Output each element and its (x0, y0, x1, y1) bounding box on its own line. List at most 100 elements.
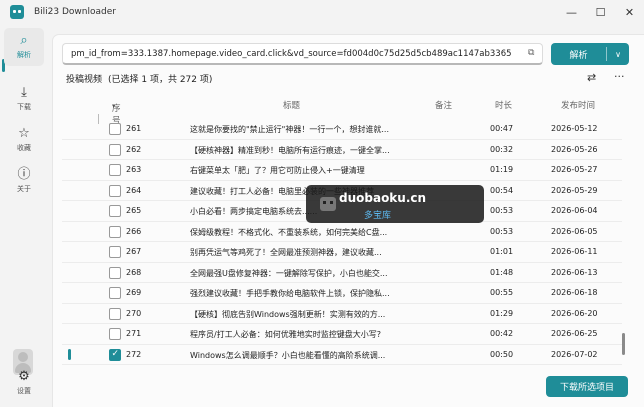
sidebar-item-favorites[interactable]: ☆ 收藏 (4, 121, 44, 159)
table-row[interactable]: 268 全网最强U盘修复神器：一键解除写保护，小白也能交... 01:48 2026-… (62, 263, 622, 283)
sidebar-item-label: 解析 (17, 51, 31, 59)
minimize-button[interactable]: — (557, 0, 586, 24)
selection-status: (已选择 1 项，共 272 项) (108, 75, 213, 85)
row-date: 2026-06-04 (551, 206, 598, 215)
column-date[interactable]: 发布时间 (561, 99, 595, 111)
row-title: 强烈建议收藏！手把手教你给电脑软件上锁，保护隐私... (190, 289, 390, 298)
window-controls: — ☐ ✕ (557, 0, 644, 24)
row-title: 全网最强U盘修复神器：一键解除写保护，小白也能交... (190, 268, 388, 278)
gear-icon: ⚙ (18, 369, 30, 384)
sidebar-item-download[interactable]: ⤓ 下载 (4, 80, 44, 118)
row-date: 2026-05-12 (551, 124, 598, 133)
row-number: 263 (126, 165, 142, 174)
sidebar-item-label: 收藏 (17, 144, 31, 152)
row-checkbox[interactable] (109, 307, 121, 320)
row-duration: 00:54 (490, 185, 514, 195)
row-checkbox[interactable] (109, 123, 121, 135)
column-duration[interactable]: 时长 (495, 99, 512, 111)
row-checkbox[interactable] (109, 143, 121, 156)
watermark-overlay: duobaoku.cn 多宝库 (306, 185, 484, 223)
column-title[interactable]: 标题 (283, 99, 300, 111)
row-checkbox[interactable] (109, 164, 121, 176)
row-date: 2026-06-11 (551, 247, 598, 256)
sort-icon: ▾ (112, 102, 116, 110)
clipboard-icon[interactable]: ⧉ (528, 48, 538, 60)
row-checkbox[interactable] (109, 184, 121, 197)
watermark-subtitle: 多宝库 (364, 211, 392, 221)
download-icon: ⤓ (21, 85, 27, 100)
maximize-button[interactable]: ☐ (586, 0, 615, 24)
row-title: 右键菜单太「肥」了？用它可防止侵入+一键清理 (190, 166, 365, 175)
row-checkbox[interactable] (109, 328, 121, 340)
row-title: 保姆级教程！不格式化、不重装系统，如何完美给C盘... (190, 227, 388, 237)
row-duration: 00:32 (490, 144, 514, 154)
column-note[interactable]: 备注 (435, 99, 452, 111)
sidebar: ⌕ 解析 ⤓ 下载 ☆ 收藏 ⓘ 关于 ⚙ 设置 (0, 24, 48, 407)
table-row[interactable]: 263 右键菜单太「肥」了？用它可防止侵入+一键清理 01:19 2026-05-27 (62, 160, 622, 181)
row-title: 这就是你要找的"禁止运行"神器！一行一个，想封谁就... (190, 125, 389, 134)
table-row[interactable]: 269 强烈建议收藏！手把手教你给电脑软件上锁，保护隐私... 00:55 2026-… (62, 283, 622, 304)
row-date: 2026-06-18 (551, 288, 598, 297)
row-checkbox[interactable] (109, 287, 121, 299)
row-checkbox[interactable] (109, 205, 121, 217)
row-checkbox[interactable] (109, 348, 121, 361)
row-number: 271 (126, 329, 142, 338)
row-number: 265 (126, 206, 142, 215)
row-duration: 01:48 (490, 267, 514, 277)
table-row[interactable]: 261 这就是你要找的"禁止运行"神器！一行一个，想封谁就... 00:47 2026… (62, 119, 622, 140)
row-number: 269 (126, 288, 142, 297)
title-bar: Bili23 Downloader — ☐ ✕ (0, 0, 644, 24)
parse-button[interactable]: 解析 ∨ (551, 43, 629, 65)
table-row[interactable]: 270 【硬核】彻底告别Windows强制更新！实测有效的方... 01:29 202… (62, 304, 622, 324)
table-row[interactable]: 271 程序员/打工人必备：如何优雅地实时监控键盘大小写? 00:42 2026-06… (62, 324, 622, 345)
row-checkbox[interactable] (109, 225, 121, 238)
url-input[interactable] (71, 48, 526, 59)
row-date: 2026-05-26 (551, 144, 598, 154)
row-duration: 00:55 (490, 288, 514, 297)
close-button[interactable]: ✕ (615, 0, 644, 24)
row-duration: 00:53 (490, 226, 514, 236)
row-date: 2026-05-27 (551, 165, 598, 174)
more-icon[interactable]: ··· (614, 70, 625, 83)
table-header: 序号 ▾ 标题 备注 时长 发布时间 (112, 99, 596, 126)
info-icon: ⓘ (17, 167, 31, 182)
list-title: 投稿视频 (66, 75, 103, 85)
list-scrollbar[interactable] (622, 333, 625, 355)
parse-button-label[interactable]: 解析 (551, 48, 606, 61)
row-number: 262 (126, 144, 142, 154)
row-duration: 01:19 (490, 165, 514, 174)
app-logo-icon (10, 5, 24, 19)
row-duration: 01:29 (490, 308, 514, 318)
watermark-logo-icon (320, 197, 336, 211)
filter-icon[interactable]: ⇄ (587, 71, 596, 84)
star-icon: ☆ (18, 126, 30, 141)
table-row[interactable]: 262 【硬核神器】精准到秒！电脑所有运行痕迹，一键全掌... 00:32 2026-… (62, 140, 622, 160)
sidebar-item-about[interactable]: ⓘ 关于 (4, 162, 44, 200)
row-date: 2026-06-05 (551, 226, 598, 236)
table-row[interactable]: 267 别再凭运气等鸡死了！全网最准预测神器，建议收藏... 01:01 2026-0… (62, 242, 622, 263)
row-number: 266 (126, 226, 142, 236)
row-date: 2026-07-02 (551, 349, 598, 359)
download-selected-button[interactable]: 下载所选项目 (546, 376, 628, 397)
row-title: Windows怎么调最顺手？小白也能看懂的高阶系统调... (190, 350, 386, 360)
sidebar-item-label: 下载 (17, 103, 31, 111)
chevron-down-icon[interactable]: ∨ (607, 50, 629, 59)
row-title: 别再凭运气等鸡死了！全网最准预测神器，建议收藏... (190, 248, 382, 257)
row-duration: 00:53 (490, 206, 514, 215)
table-row[interactable]: 272 Windows怎么调最顺手？小白也能看懂的高阶系统调... 00:50 202… (62, 345, 622, 365)
sidebar-item-label: 设置 (17, 387, 31, 395)
sidebar-item-parse[interactable]: ⌕ 解析 (4, 28, 44, 66)
url-field[interactable]: ⧉ (62, 43, 543, 65)
row-title: 【硬核】彻底告别Windows强制更新！实测有效的方... (190, 309, 386, 319)
sidebar-item-label: 关于 (17, 185, 31, 193)
row-date: 2026-06-25 (551, 329, 598, 338)
row-duration: 00:42 (490, 329, 514, 338)
row-title: 程序员/打工人必备：如何优雅地实时监控键盘大小写? (190, 330, 381, 339)
row-date: 2026-06-20 (551, 308, 598, 318)
row-checkbox[interactable] (109, 266, 121, 279)
row-checkbox[interactable] (109, 246, 121, 258)
table-row[interactable]: 266 保姆级教程！不格式化、不重装系统，如何完美给C盘... 00:53 2026-… (62, 222, 622, 242)
row-number: 264 (126, 185, 142, 195)
sidebar-item-settings[interactable]: ⚙ 设置 (4, 364, 44, 402)
row-number: 270 (126, 308, 142, 318)
